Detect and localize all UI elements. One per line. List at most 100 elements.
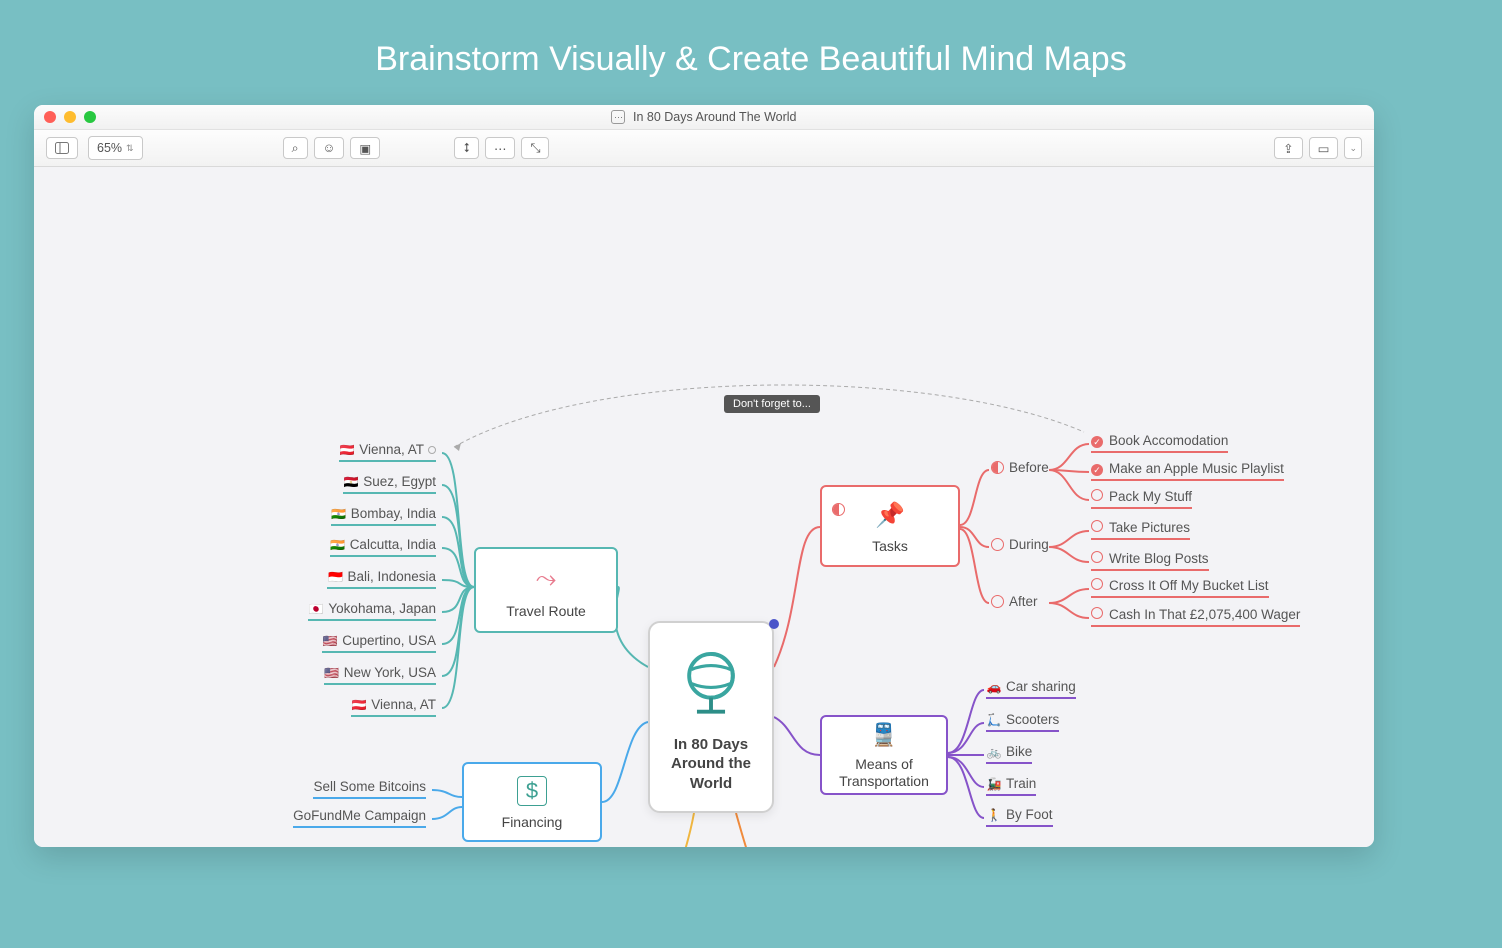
route-leaf[interactable]: 🇺🇸New York, USA: [324, 665, 436, 683]
branch-financing[interactable]: $ Financing: [462, 762, 602, 842]
task-group-before[interactable]: Before: [991, 460, 1049, 475]
more-icon: ⋯: [494, 141, 507, 156]
toolbar-connect-button[interactable]: ⭥: [454, 137, 479, 159]
finance-leaf[interactable]: GoFundMe Campaign: [293, 808, 426, 826]
task-leaf[interactable]: Cash In That £2,075,400 Wager: [1091, 607, 1300, 625]
route-icon: ⤳: [536, 563, 557, 595]
toolbar: 65% ⇅ ⌕ ☺ ▣ ⭥ ⋯ ⤡ ⇪ ▭ ⌄: [34, 130, 1374, 167]
transport-emoji-icon: 🚶: [986, 808, 1002, 822]
document-icon: ⋯: [611, 110, 625, 124]
transport-leaf[interactable]: 🚗Car sharing: [986, 679, 1076, 697]
central-node[interactable]: In 80 Days Around the World: [648, 621, 774, 813]
branch-transport[interactable]: 🚆 Means of Transportation: [820, 715, 948, 795]
dropdown-button[interactable]: ⌄: [1344, 137, 1362, 159]
finance-leaf[interactable]: Sell Some Bitcoins: [313, 779, 426, 797]
unchecked-icon: [1091, 551, 1103, 563]
route-leaf[interactable]: 🇮🇩Bali, Indonesia: [327, 569, 436, 587]
page-heading: Brainstorm Visually & Create Beautiful M…: [0, 0, 1502, 105]
collapse-icon: ⤡: [530, 141, 540, 156]
transport-emoji-icon: 🚗: [986, 680, 1002, 694]
central-node-title: In 80 Days Around the World: [660, 735, 762, 794]
route-leaf[interactable]: 🇦🇹Vienna, AT: [339, 442, 436, 460]
branch-tasks[interactable]: 📌 Tasks: [820, 485, 960, 567]
checked-icon: ✓: [1091, 436, 1103, 448]
branch-finance-label: Financing: [502, 814, 563, 830]
route-leaf[interactable]: 🇺🇸Cupertino, USA: [322, 633, 436, 651]
flag-icon: 🇦🇹: [339, 443, 355, 457]
chevron-updown-icon: ⇅: [126, 143, 134, 154]
toolbar-checkmark-button[interactable]: ⌕: [283, 137, 308, 159]
transport-emoji-icon: 🛴: [986, 713, 1002, 727]
progress-icon: [991, 461, 1004, 474]
checked-icon: ✓: [1091, 464, 1103, 476]
route-leaf[interactable]: 🇪🇬Suez, Egypt: [343, 474, 436, 492]
unchecked-icon: [1091, 578, 1103, 590]
flag-icon: 🇮🇳: [331, 507, 347, 521]
task-leaf[interactable]: Write Blog Posts: [1091, 551, 1209, 569]
toolbar-smiley-button[interactable]: ☺: [314, 137, 345, 159]
branch-route-label: Travel Route: [506, 603, 586, 619]
selection-handle[interactable]: [769, 619, 779, 629]
pin-icon: 📌: [875, 501, 905, 530]
flag-icon: 🇦🇹: [351, 698, 367, 712]
transport-leaf[interactable]: 🚂Train: [986, 776, 1036, 794]
progress-icon: [991, 595, 1004, 608]
inspector-button[interactable]: ▭: [1309, 137, 1339, 159]
task-group-during[interactable]: During: [991, 537, 1049, 552]
task-leaf[interactable]: Cross It Off My Bucket List: [1091, 578, 1269, 596]
task-leaf[interactable]: ✓Make an Apple Music Playlist: [1091, 461, 1284, 479]
document-title: ⋯ In 80 Days Around The World: [34, 110, 1374, 125]
task-leaf[interactable]: Pack My Stuff: [1091, 489, 1192, 507]
branch-transport-label: Means of Transportation: [836, 756, 932, 790]
transport-leaf[interactable]: 🚶By Foot: [986, 807, 1053, 825]
branch-tasks-label: Tasks: [872, 538, 908, 554]
app-window: ⋯ In 80 Days Around The World 65% ⇅ ⌕ ☺ …: [34, 105, 1374, 847]
route-leaf[interactable]: 🇦🇹Vienna, AT: [351, 697, 436, 715]
transport-leaf[interactable]: 🚲Bike: [986, 744, 1032, 762]
image-icon: ▣: [359, 141, 371, 156]
progress-icon: [991, 538, 1004, 551]
toolbar-image-button[interactable]: ▣: [350, 137, 380, 159]
route-leaf[interactable]: 🇮🇳Calcutta, India: [330, 537, 436, 555]
share-icon: ⇪: [1283, 141, 1293, 156]
flag-icon: 🇮🇩: [327, 570, 343, 584]
mindmap-canvas[interactable]: Don't forget to... In 80 Days Around the…: [34, 167, 1374, 847]
unchecked-icon: [1091, 607, 1103, 619]
train-icon: 🚆: [870, 722, 897, 748]
progress-circle-icon: [832, 501, 850, 517]
document-title-text: In 80 Days Around The World: [633, 110, 797, 124]
toolbar-collapse-button[interactable]: ⤡: [521, 137, 549, 159]
route-leaf[interactable]: 🇮🇳Bombay, India: [331, 506, 436, 524]
sidebar-icon: [55, 142, 69, 154]
sidebar-toggle-button[interactable]: [46, 137, 78, 159]
zoom-selector[interactable]: 65% ⇅: [88, 136, 143, 160]
money-icon: $: [517, 776, 547, 806]
task-leaf[interactable]: Take Pictures: [1091, 520, 1190, 538]
panel-icon: ▭: [1318, 141, 1330, 156]
connector-label-tooltip: Don't forget to...: [724, 395, 820, 413]
window-titlebar: ⋯ In 80 Days Around The World: [34, 105, 1374, 130]
attachment-marker-icon: [428, 446, 436, 454]
unchecked-icon: [1091, 520, 1103, 532]
smile-icon: ☺: [323, 141, 336, 155]
flag-icon: 🇮🇳: [330, 538, 346, 552]
chevron-down-icon: ⌄: [1349, 143, 1357, 154]
connector-icon: ⭥: [463, 141, 470, 156]
branch-travel-route[interactable]: ⤳ Travel Route: [474, 547, 618, 633]
share-button[interactable]: ⇪: [1274, 137, 1302, 159]
task-leaf[interactable]: ✓Book Accomodation: [1091, 433, 1228, 451]
globe-icon: [672, 643, 750, 721]
zoom-value: 65%: [97, 141, 122, 155]
unchecked-icon: [1091, 489, 1103, 501]
route-leaf[interactable]: 🇯🇵Yokohama, Japan: [308, 601, 436, 619]
toolbar-overflow-button[interactable]: ⋯: [485, 137, 516, 159]
flag-icon: 🇺🇸: [324, 666, 340, 680]
check-circle-icon: ⌕: [292, 141, 299, 156]
transport-leaf[interactable]: 🛴Scooters: [986, 712, 1059, 730]
transport-emoji-icon: 🚲: [986, 745, 1002, 759]
task-group-after[interactable]: After: [991, 594, 1038, 609]
transport-emoji-icon: 🚂: [986, 777, 1002, 791]
flag-icon: 🇺🇸: [322, 634, 338, 648]
flag-icon: 🇪🇬: [343, 475, 359, 489]
flag-icon: 🇯🇵: [308, 602, 324, 616]
